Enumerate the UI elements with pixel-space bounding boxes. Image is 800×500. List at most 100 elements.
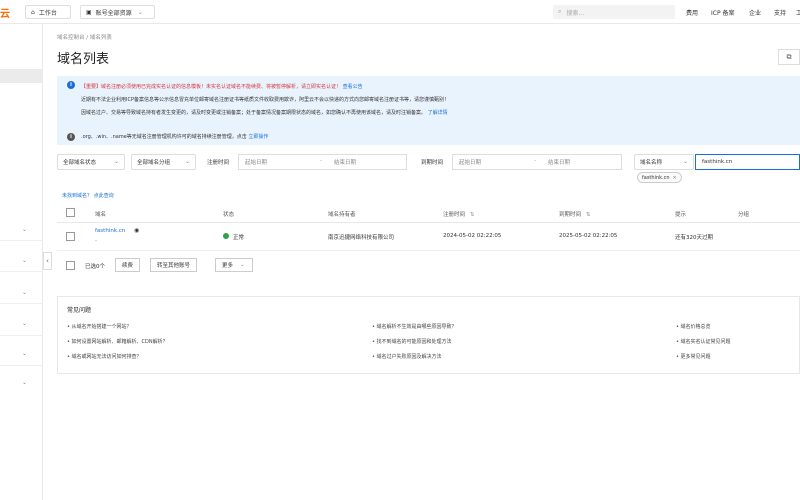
nav-support[interactable]: 支持 xyxy=(774,8,786,17)
info-icon: i xyxy=(67,133,75,141)
registered-cell: 2024-05-02 02:22:05 xyxy=(443,233,502,239)
sidebar-divider xyxy=(0,365,43,366)
nav-ticket[interactable]: 工 xyxy=(796,8,800,17)
notice-warning-text: 【重要】域名注册必须使用已完成实名认证的信息模板！未实名认证域名不能续费、将被暂… xyxy=(81,84,342,90)
sidebar-item-active[interactable] xyxy=(0,69,43,83)
expiry-start-date[interactable]: 起始日期 xyxy=(459,158,481,166)
sidebar-divider xyxy=(0,240,43,241)
search-field-select[interactable]: 域名名称 ⌄ xyxy=(634,154,694,170)
col-hint: 提示 xyxy=(675,212,687,218)
breadcrumb: 域名控制台 / 域名列表 xyxy=(57,35,112,41)
query-link[interactable]: 点此查询 xyxy=(94,193,114,199)
notice-line-3-text: 因域名过户、交易等导致域名持有者发生变更的，请及时变更或注销备案；处于备案情况备… xyxy=(81,110,427,116)
notice-banner: i 【重要】域名注册必须使用已完成实名认证的信息模板！未实名认证域名不能续费、将… xyxy=(57,76,800,145)
faq-link[interactable]: • 域名解析不生效是由哪些原因导致？ xyxy=(372,323,457,330)
sort-icon[interactable]: ⇅ xyxy=(586,212,591,218)
status-filter-select[interactable]: 全部域名状态 ⌄ xyxy=(57,154,125,170)
date-separator: - xyxy=(534,157,537,164)
chevron-down-icon[interactable]: ⌄ xyxy=(22,226,27,233)
faq-link[interactable]: • 域名或网站无法访问如何排查？ xyxy=(67,353,142,360)
status-badge: 正常 xyxy=(233,235,245,241)
search-placeholder: 搜索... xyxy=(566,9,585,17)
not-found-text: 未找到域名？ xyxy=(62,193,93,199)
chevron-down-icon[interactable]: ⌄ xyxy=(22,289,27,296)
notice-line-2: 近期有不法企业利用ICP备案信息等公示信息冒充单位邮寄域名注册证书等纸质文件收取… xyxy=(81,97,449,103)
verified-icon: ◉ xyxy=(134,227,140,234)
faq-link[interactable]: • 从域名开始搭建一个网站？ xyxy=(67,323,132,330)
col-registered[interactable]: 注册时间 ⇅ xyxy=(443,210,474,218)
faq-link[interactable]: • 域名过户失败原因及解决方法 xyxy=(372,353,442,360)
expires-cell: 2025-05-02 02:22:05 xyxy=(559,233,618,239)
col-domain: 域名 xyxy=(95,212,107,218)
domain-search-input[interactable]: fasthink.cn xyxy=(695,154,800,170)
chevron-down-icon[interactable]: ⌄ xyxy=(22,257,27,264)
sidebar-collapse-button[interactable]: ‹ xyxy=(43,252,52,270)
faq-title: 常见问题 xyxy=(67,307,92,314)
group-filter-select[interactable]: 全部域名分组 ⌄ xyxy=(131,154,196,170)
search-field-value: 域名名称 xyxy=(640,160,663,166)
check-circle-icon xyxy=(223,233,229,239)
registration-start-date[interactable]: 起始日期 xyxy=(245,158,267,166)
faq-link[interactable]: • 域名实名认证常见问题 xyxy=(676,338,731,345)
expiry-end-date[interactable]: 结束日期 xyxy=(548,158,570,166)
sidebar-divider xyxy=(0,271,43,272)
chevron-down-icon[interactable]: ⌄ xyxy=(22,350,27,357)
col-registered-label: 注册时间 xyxy=(443,212,466,218)
batch-select-checkbox[interactable] xyxy=(66,261,75,270)
domain-link[interactable]: fasthink.cn xyxy=(95,228,125,234)
chevron-down-icon: ⌄ xyxy=(113,158,119,165)
filter-tag: fasthink.cn × xyxy=(637,172,682,183)
chevron-down-icon: ⌄ xyxy=(184,158,190,165)
col-owner: 域名持有者 xyxy=(328,212,356,218)
registration-end-date[interactable]: 结束日期 xyxy=(334,158,356,166)
domain-sub: - xyxy=(95,238,97,244)
owner-cell: 南京迅捷网络科技有限公司 xyxy=(328,235,395,241)
notice-line-4-text: .org、.win、.name等无域名注册管理机构许可的域名持续注册管理，点击 xyxy=(81,134,247,140)
global-search-input[interactable]: ⌕ 搜索... xyxy=(553,5,675,19)
sort-icon[interactable]: ⇅ xyxy=(470,212,475,218)
filter-tag-label: fasthink.cn xyxy=(642,174,670,181)
workbench-button[interactable]: ⌂ 工作台 xyxy=(25,5,71,19)
notice-line-1: 【重要】域名注册必须使用已完成实名认证的信息模板！未实名认证域名不能续费、将被暂… xyxy=(81,83,363,90)
operate-now-link[interactable]: 立即操作 xyxy=(248,134,268,140)
col-group: 分组 xyxy=(738,212,750,218)
faq-link[interactable]: • 域名价格总览 xyxy=(676,323,711,330)
select-all-checkbox[interactable] xyxy=(66,208,75,217)
expiry-time-label: 到期时间 xyxy=(421,160,444,166)
close-icon[interactable]: × xyxy=(673,175,677,181)
transfer-account-button[interactable]: 转至其他账号 xyxy=(150,258,198,272)
home-icon: ⌂ xyxy=(31,8,35,16)
account-label: 账号全部资源 xyxy=(95,9,132,17)
faq-link[interactable]: • 找不到域名的可能原因和处理方法 xyxy=(372,338,452,345)
renew-button[interactable]: 续费 xyxy=(115,258,141,272)
learn-more-link[interactable]: 了解详情 xyxy=(428,110,448,116)
faq-panel xyxy=(57,296,800,374)
external-link-icon: ⧉ xyxy=(786,52,792,61)
col-expires-label: 到期时间 xyxy=(559,212,582,218)
row-checkbox[interactable] xyxy=(66,232,75,241)
row-divider xyxy=(57,250,800,251)
sidebar-divider xyxy=(0,303,43,304)
nav-billing[interactable]: 费用 xyxy=(686,8,698,17)
sidebar: ⌄ ⌄ ⌄ ⌄ ⌄ ⌄ xyxy=(0,24,43,500)
logo[interactable]: 云 xyxy=(0,5,10,20)
chevron-down-icon[interactable]: ⌄ xyxy=(22,320,27,327)
chevron-down-icon: ⌄ xyxy=(240,262,245,268)
nav-enterprise[interactable]: 企业 xyxy=(749,8,761,17)
view-announcement-link[interactable]: 查看公告 xyxy=(343,84,363,90)
open-external-button[interactable]: ⧉ xyxy=(778,49,800,65)
chevron-down-icon: ⌄ xyxy=(682,158,688,165)
date-separator: - xyxy=(320,157,323,164)
chevron-down-icon[interactable]: ⌄ xyxy=(22,379,27,386)
more-label: 更多 xyxy=(222,263,234,269)
info-icon: i xyxy=(67,81,75,89)
faq-link[interactable]: • 更多常见问题 xyxy=(676,353,711,360)
search-icon: ⌕ xyxy=(558,8,562,15)
chevron-down-icon: ⌄ xyxy=(137,8,143,16)
account-resource-dropdown[interactable]: ▣ 账号全部资源 ⌄ xyxy=(80,5,155,19)
faq-link[interactable]: • 如何设置网站解析、邮箱解析、CDN解析？ xyxy=(67,338,168,345)
nav-icp[interactable]: ICP 备案 xyxy=(711,8,735,17)
col-status: 状态 xyxy=(223,212,235,218)
col-expires[interactable]: 到期时间 ⇅ xyxy=(559,210,590,218)
more-dropdown[interactable]: 更多 ⌄ xyxy=(215,258,253,272)
